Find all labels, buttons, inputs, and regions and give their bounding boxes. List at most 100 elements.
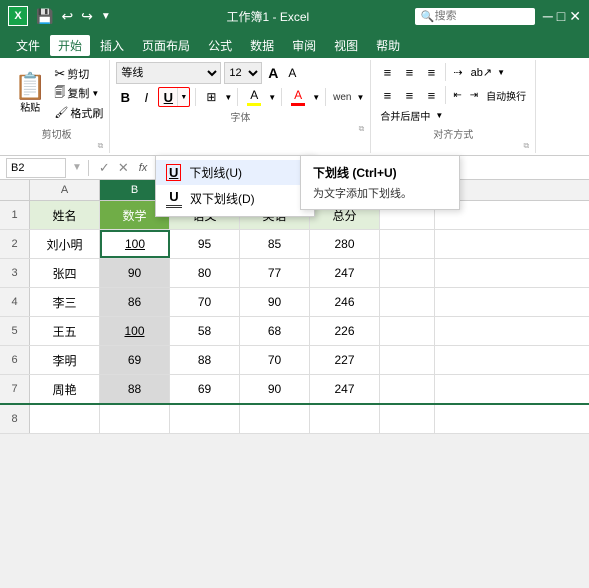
- formula-bar-expand-icon[interactable]: ▼: [70, 162, 84, 173]
- merge-cells-button[interactable]: 合并后居中: [377, 107, 433, 124]
- font-size-selector[interactable]: 12: [224, 62, 262, 84]
- paste-button[interactable]: 📋 粘贴: [10, 71, 50, 116]
- cell-e8[interactable]: [310, 405, 380, 433]
- alignment-dialog-launcher[interactable]: ⧉: [523, 141, 529, 151]
- underline-dropdown-button[interactable]: ▼: [177, 88, 189, 106]
- copy-dropdown-arrow[interactable]: ▼: [91, 89, 99, 98]
- cell-a5[interactable]: 王五: [30, 317, 100, 345]
- decrease-font-button[interactable]: A: [284, 66, 300, 80]
- cell-f5[interactable]: [380, 317, 435, 345]
- cell-f8[interactable]: [380, 405, 435, 433]
- cell-f7[interactable]: [380, 375, 435, 403]
- cell-b5[interactable]: 100: [100, 317, 170, 345]
- italic-button[interactable]: I: [137, 87, 155, 107]
- format-painter-button[interactable]: 🖌 格式刷: [54, 105, 103, 121]
- cell-c7[interactable]: 69: [170, 375, 240, 403]
- font-color-dropdown[interactable]: ▼: [312, 93, 320, 102]
- cell-e6[interactable]: 227: [310, 346, 380, 374]
- text-angle-dropdown[interactable]: ▼: [497, 68, 505, 77]
- cell-f6[interactable]: [380, 346, 435, 374]
- cell-c5[interactable]: 58: [170, 317, 240, 345]
- underline-button-container[interactable]: U ▼: [158, 87, 190, 107]
- increase-indent-button[interactable]: ⇥: [467, 89, 481, 102]
- cell-b7[interactable]: 88: [100, 375, 170, 403]
- cell-f4[interactable]: [380, 288, 435, 316]
- fill-color-dropdown[interactable]: ▼: [268, 93, 276, 102]
- cell-a7[interactable]: 周艳: [30, 375, 100, 403]
- underline-button[interactable]: U: [159, 88, 177, 106]
- cell-e4[interactable]: 246: [310, 288, 380, 316]
- bold-button[interactable]: B: [116, 87, 134, 107]
- search-input[interactable]: [435, 10, 525, 22]
- cell-a2[interactable]: 刘小明: [30, 230, 100, 258]
- merge-dropdown[interactable]: ▼: [435, 111, 443, 120]
- cell-b2[interactable]: 100: [100, 230, 170, 258]
- cell-reference-box[interactable]: B2: [6, 158, 66, 178]
- cell-e3[interactable]: 247: [310, 259, 380, 287]
- text-angle-button[interactable]: ab↗: [468, 64, 495, 81]
- border-dropdown[interactable]: ▼: [224, 93, 232, 102]
- menu-help[interactable]: 帮助: [368, 35, 408, 56]
- cell-d3[interactable]: 77: [240, 259, 310, 287]
- col-header-a[interactable]: A: [30, 180, 100, 200]
- cell-c2[interactable]: 95: [170, 230, 240, 258]
- cell-d8[interactable]: [240, 405, 310, 433]
- align-right-button[interactable]: ≡: [421, 85, 441, 105]
- cell-b8[interactable]: [100, 405, 170, 433]
- undo-btn[interactable]: ↩: [59, 6, 75, 27]
- cut-button[interactable]: ✂ 剪切: [54, 66, 103, 82]
- underline-menu-item[interactable]: U 下划线(U): [156, 160, 314, 185]
- menu-data[interactable]: 数据: [242, 35, 282, 56]
- cancel-formula-icon[interactable]: ✕: [116, 160, 131, 176]
- minimize-btn[interactable]: ─: [543, 8, 553, 25]
- wen-dropdown[interactable]: ▼: [356, 93, 364, 102]
- decrease-indent-button[interactable]: ⇤: [450, 89, 464, 102]
- menu-pagelayout[interactable]: 页面布局: [134, 35, 198, 56]
- cell-b3[interactable]: 90: [100, 259, 170, 287]
- align-bottom-button[interactable]: ≡: [421, 62, 441, 82]
- cell-c4[interactable]: 70: [170, 288, 240, 316]
- checkmark-icon[interactable]: ✓: [97, 160, 112, 176]
- cell-f2[interactable]: [380, 230, 435, 258]
- cell-a8[interactable]: [30, 405, 100, 433]
- align-middle-button[interactable]: ≡: [399, 62, 419, 82]
- menu-view[interactable]: 视图: [326, 35, 366, 56]
- menu-home[interactable]: 开始: [50, 35, 90, 56]
- copy-button[interactable]: 🗐 复制 ▼: [54, 84, 103, 103]
- border-button[interactable]: ⊞: [201, 87, 221, 107]
- cell-e5[interactable]: 226: [310, 317, 380, 345]
- maximize-btn[interactable]: □: [557, 8, 565, 25]
- cell-c8[interactable]: [170, 405, 240, 433]
- cell-f3[interactable]: [380, 259, 435, 287]
- cell-d7[interactable]: 90: [240, 375, 310, 403]
- cell-a4[interactable]: 李三: [30, 288, 100, 316]
- search-box[interactable]: 🔍: [415, 8, 535, 25]
- font-dialog-launcher[interactable]: ⧉: [359, 124, 365, 134]
- wrap-text-button[interactable]: 自动换行: [483, 87, 529, 104]
- menu-file[interactable]: 文件: [8, 35, 48, 56]
- cell-d4[interactable]: 90: [240, 288, 310, 316]
- increase-font-button[interactable]: A: [265, 65, 281, 81]
- cell-d5[interactable]: 68: [240, 317, 310, 345]
- double-underline-menu-item[interactable]: U 双下划线(D): [156, 185, 314, 212]
- save-btn[interactable]: 💾: [34, 6, 55, 27]
- cell-c3[interactable]: 80: [170, 259, 240, 287]
- menu-review[interactable]: 审阅: [284, 35, 324, 56]
- wen-button[interactable]: wen: [331, 91, 353, 104]
- font-color-button[interactable]: A: [287, 88, 309, 106]
- clipboard-dialog-launcher[interactable]: ⧉: [98, 141, 104, 151]
- fill-color-button[interactable]: A: [243, 88, 265, 106]
- align-left-button[interactable]: ≡: [377, 85, 397, 105]
- redo-btn[interactable]: ↪: [79, 6, 95, 27]
- cell-a3[interactable]: 张四: [30, 259, 100, 287]
- more-btn[interactable]: ▼: [99, 9, 113, 24]
- fx-button[interactable]: fx: [135, 162, 152, 174]
- align-top-button[interactable]: ≡: [377, 62, 397, 82]
- menu-formula[interactable]: 公式: [200, 35, 240, 56]
- cell-e7[interactable]: 247: [310, 375, 380, 403]
- cell-e2[interactable]: 280: [310, 230, 380, 258]
- close-btn[interactable]: ✕: [569, 8, 581, 25]
- menu-insert[interactable]: 插入: [92, 35, 132, 56]
- font-name-selector[interactable]: 等线: [116, 62, 221, 84]
- cell-d6[interactable]: 70: [240, 346, 310, 374]
